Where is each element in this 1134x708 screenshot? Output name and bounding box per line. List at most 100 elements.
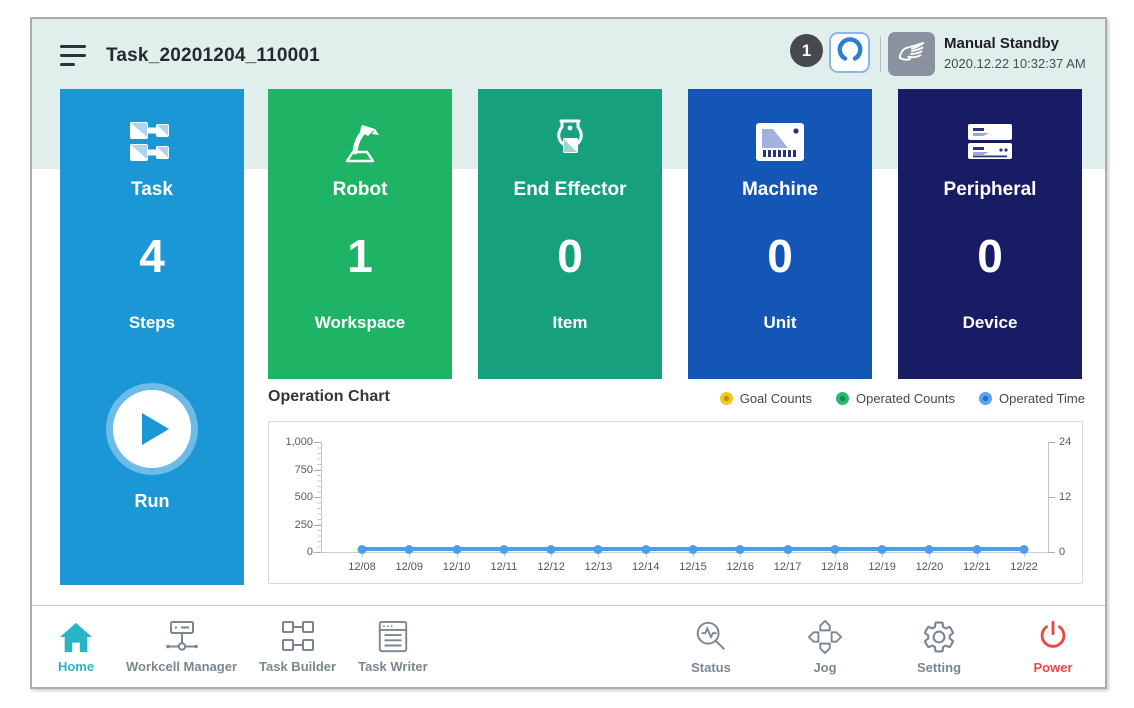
nav-item-setting[interactable]: Setting bbox=[911, 619, 967, 675]
x-axis-label: 12/17 bbox=[774, 561, 802, 573]
data-point bbox=[783, 545, 792, 554]
datetime-label: 2020.12.22 10:32:37 AM bbox=[944, 56, 1086, 71]
nav-item-jog[interactable]: Jog bbox=[797, 619, 853, 675]
x-axis-label: 12/10 bbox=[443, 561, 471, 573]
data-point bbox=[689, 545, 698, 554]
operated-time-dot-icon bbox=[979, 392, 992, 405]
home-icon bbox=[57, 620, 95, 654]
x-axis-label: 12/20 bbox=[916, 561, 944, 573]
x-axis-label: 12/16 bbox=[727, 561, 755, 573]
card-value: 0 bbox=[767, 233, 793, 279]
play-icon bbox=[142, 413, 169, 445]
y-left-tick: 500 bbox=[273, 491, 313, 503]
x-axis-label: 12/09 bbox=[396, 561, 424, 573]
run-label: Run bbox=[135, 491, 170, 512]
nav-item-task-builder[interactable]: Task Builder bbox=[259, 620, 336, 674]
data-point bbox=[499, 545, 508, 554]
task-card[interactable]: Task 4 Steps Run bbox=[60, 89, 244, 585]
card-value: 0 bbox=[557, 233, 583, 279]
run-button[interactable] bbox=[106, 383, 198, 475]
card-label: Peripheral bbox=[944, 179, 1037, 201]
nav-item-workcell-manager[interactable]: Workcell Manager bbox=[126, 620, 237, 674]
x-axis-line bbox=[321, 552, 1048, 553]
x-axis-label: 12/15 bbox=[679, 561, 707, 573]
y-right-tick: 0 bbox=[1059, 546, 1065, 558]
card-value: 1 bbox=[347, 233, 373, 279]
card-unit: Device bbox=[963, 313, 1018, 333]
machine-card[interactable]: Machine 0 Unit bbox=[688, 89, 872, 379]
operation-chart-title: Operation Chart bbox=[268, 388, 390, 406]
data-point bbox=[830, 545, 839, 554]
operation-chart: 1,000 750 500 250 0 24 12 0 12/0812/0912… bbox=[268, 421, 1083, 584]
card-unit: Steps bbox=[129, 313, 175, 333]
card-label: Task bbox=[131, 179, 173, 201]
x-axis-label: 12/13 bbox=[585, 561, 613, 573]
workcell-manager-icon bbox=[162, 620, 202, 654]
y-left-tick: 1,000 bbox=[273, 436, 313, 448]
task-builder-icon bbox=[278, 620, 318, 654]
data-point bbox=[547, 545, 556, 554]
mode-label: Manual Standby bbox=[944, 35, 1086, 52]
data-point bbox=[594, 545, 603, 554]
legend-goal-counts: Goal Counts bbox=[720, 391, 812, 406]
nav-item-task-writer[interactable]: Task Writer bbox=[358, 620, 428, 674]
app-frame: Task_20201204_110001 1 Manual Standby bbox=[30, 17, 1107, 689]
robot-status: Manual Standby 2020.12.22 10:32:37 AM bbox=[944, 35, 1086, 71]
y-left-tick: 250 bbox=[273, 519, 313, 531]
bottom-nav: Home Workcell Manager bbox=[32, 605, 1105, 687]
header-divider bbox=[880, 36, 881, 72]
nav-item-status[interactable]: Status bbox=[683, 619, 739, 675]
data-point bbox=[925, 545, 934, 554]
card-unit: Item bbox=[553, 313, 588, 333]
y-left-tick: 0 bbox=[273, 546, 313, 558]
legend-operated-counts: Operated Counts bbox=[836, 391, 955, 406]
nav-item-home[interactable]: Home bbox=[48, 620, 104, 674]
data-point bbox=[972, 545, 981, 554]
peripheral-icon bbox=[965, 115, 1015, 169]
chart-plot-area: 1,000 750 500 250 0 24 12 0 12/0812/0912… bbox=[269, 422, 1082, 583]
card-label: End Effector bbox=[514, 179, 627, 201]
y-axis-left bbox=[321, 442, 322, 552]
legend-operated-time: Operated Time bbox=[979, 391, 1085, 406]
hand-icon bbox=[896, 38, 928, 71]
robot-card[interactable]: Robot 1 Workspace bbox=[268, 89, 452, 379]
x-axis-label: 12/14 bbox=[632, 561, 660, 573]
data-point bbox=[358, 545, 367, 554]
data-point bbox=[1020, 545, 1029, 554]
data-point bbox=[452, 545, 461, 554]
x-axis-label: 12/22 bbox=[1010, 561, 1038, 573]
x-axis-label: 12/08 bbox=[348, 561, 376, 573]
card-label: Machine bbox=[742, 179, 818, 201]
status-icon bbox=[693, 619, 729, 655]
gripper-arc-icon bbox=[836, 36, 864, 69]
y-right-tick: 12 bbox=[1059, 491, 1071, 503]
data-point bbox=[736, 545, 745, 554]
peripheral-card[interactable]: Peripheral 0 Device bbox=[898, 89, 1082, 379]
machine-icon bbox=[755, 115, 805, 169]
robot-arm-icon bbox=[335, 115, 385, 169]
power-icon bbox=[1035, 619, 1071, 655]
x-axis-label: 12/12 bbox=[537, 561, 565, 573]
manual-mode-button[interactable] bbox=[888, 32, 935, 76]
data-point bbox=[405, 545, 414, 554]
x-axis-label: 12/11 bbox=[490, 561, 517, 573]
task-writer-icon bbox=[373, 620, 413, 654]
card-label: Robot bbox=[333, 179, 388, 201]
card-unit: Workspace bbox=[315, 313, 405, 333]
task-title: Task_20201204_110001 bbox=[106, 45, 320, 67]
notification-badge[interactable]: 1 bbox=[790, 34, 823, 67]
cockpit-button[interactable] bbox=[829, 32, 870, 73]
card-unit: Unit bbox=[763, 313, 796, 333]
data-point bbox=[641, 545, 650, 554]
y-left-tick: 750 bbox=[273, 464, 313, 476]
operated-counts-dot-icon bbox=[836, 392, 849, 405]
end-effector-card[interactable]: End Effector 0 Item bbox=[478, 89, 662, 379]
data-point bbox=[878, 545, 887, 554]
menu-icon[interactable] bbox=[60, 45, 90, 69]
x-axis-label: 12/21 bbox=[963, 561, 991, 573]
card-value: 0 bbox=[977, 233, 1003, 279]
nav-item-power[interactable]: Power bbox=[1025, 619, 1081, 675]
x-axis-label: 12/19 bbox=[868, 561, 896, 573]
setting-icon bbox=[921, 619, 957, 655]
goal-counts-dot-icon bbox=[720, 392, 733, 405]
